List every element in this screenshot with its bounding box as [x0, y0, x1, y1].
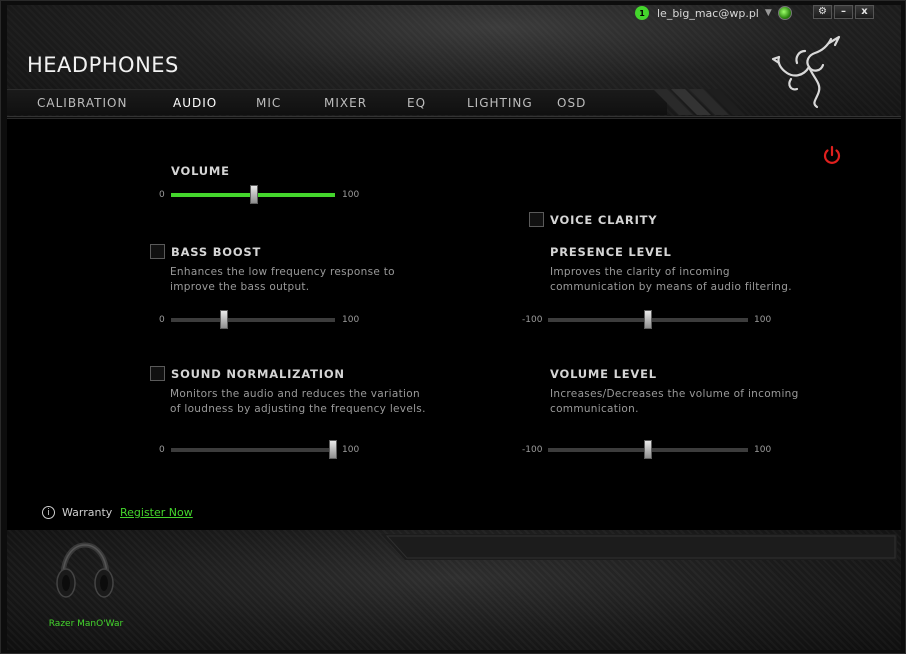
presence-level-description-1: Improves the clarity of incoming [550, 266, 730, 278]
bass-boost-label: BASS BOOST [171, 245, 262, 259]
sound-normalization-label: SOUND NORMALIZATION [171, 367, 345, 381]
presence-level-max: 100 [754, 315, 772, 325]
presence-level-min: -100 [522, 315, 543, 325]
footer-decoration [381, 534, 897, 560]
tab-mixer[interactable]: MIXER [324, 96, 367, 110]
volume-level-max: 100 [754, 445, 772, 455]
tab-audio[interactable]: AUDIO [173, 96, 217, 110]
voice-clarity-checkbox[interactable] [529, 212, 544, 227]
volume-min: 0 [159, 190, 165, 200]
volume-level-min: -100 [522, 445, 543, 455]
bass-boost-checkbox[interactable] [150, 244, 165, 259]
sound-normalization-slider-thumb[interactable] [329, 440, 337, 459]
sound-normalization-checkbox[interactable] [150, 366, 165, 381]
sound-normalization-description-1: Monitors the audio and reduces the varia… [170, 388, 420, 400]
bass-boost-description-1: Enhances the low frequency response to [170, 266, 395, 278]
headphones-device-image[interactable] [53, 539, 117, 603]
chevron-down-icon[interactable]: ▼ [765, 8, 772, 18]
online-status-icon[interactable] [777, 6, 792, 20]
volume-level-slider-thumb[interactable] [644, 440, 652, 459]
voice-clarity-label: VOICE CLARITY [550, 213, 658, 227]
presence-level-slider-thumb[interactable] [644, 310, 652, 329]
volume-label: VOLUME [171, 164, 230, 178]
tab-eq[interactable]: EQ [407, 96, 426, 110]
account-email[interactable]: le_big_mac@wp.pl [657, 7, 759, 20]
presence-level-label: PRESENCE LEVEL [550, 245, 672, 259]
power-icon[interactable] [821, 144, 843, 166]
tab-calibration[interactable]: CALIBRATION [37, 96, 127, 110]
minimize-button[interactable]: – [834, 5, 853, 19]
sound-normalization-min: 0 [159, 445, 165, 455]
volume-level-description-1: Increases/Decreases the volume of incomi… [550, 388, 799, 400]
settings-button[interactable]: ⚙ [813, 5, 832, 19]
device-name[interactable]: Razer ManO'War [41, 619, 131, 629]
page-title: HEADPHONES [27, 53, 179, 77]
sound-normalization-slider-track[interactable] [171, 448, 335, 452]
register-now-link[interactable]: Register Now [120, 506, 193, 519]
bass-boost-slider-track[interactable] [171, 318, 335, 322]
tab-lighting[interactable]: LIGHTING [467, 96, 533, 110]
nav-decoration [653, 89, 745, 115]
close-button[interactable]: x [855, 5, 874, 19]
window-controls: ⚙ – x [813, 5, 874, 19]
volume-slider-thumb[interactable] [250, 185, 258, 204]
notification-badge[interactable]: 1 [635, 6, 649, 20]
razer-logo-icon [771, 35, 841, 109]
volume-level-description-2: communication. [550, 403, 639, 415]
tab-mic[interactable]: MIC [256, 96, 281, 110]
bass-boost-min: 0 [159, 315, 165, 325]
bass-boost-max: 100 [342, 315, 360, 325]
volume-level-label: VOLUME LEVEL [550, 367, 657, 381]
presence-level-description-2: communication by means of audio filterin… [550, 281, 792, 293]
volume-max: 100 [342, 190, 360, 200]
info-icon: i [42, 506, 55, 519]
tab-osd[interactable]: OSD [557, 96, 586, 110]
account-area[interactable]: 1 le_big_mac@wp.pl ▼ [635, 5, 792, 21]
sound-normalization-description-2: of loudness by adjusting the frequency l… [170, 403, 426, 415]
warranty-label: Warranty [62, 506, 113, 519]
bass-boost-slider-thumb[interactable] [220, 310, 228, 329]
bass-boost-description-2: improve the bass output. [170, 281, 310, 293]
app-window: HEADPHONES 1 le_big_mac@wp.pl ▼ ⚙ – x CA… [0, 0, 906, 654]
sound-normalization-max: 100 [342, 445, 360, 455]
